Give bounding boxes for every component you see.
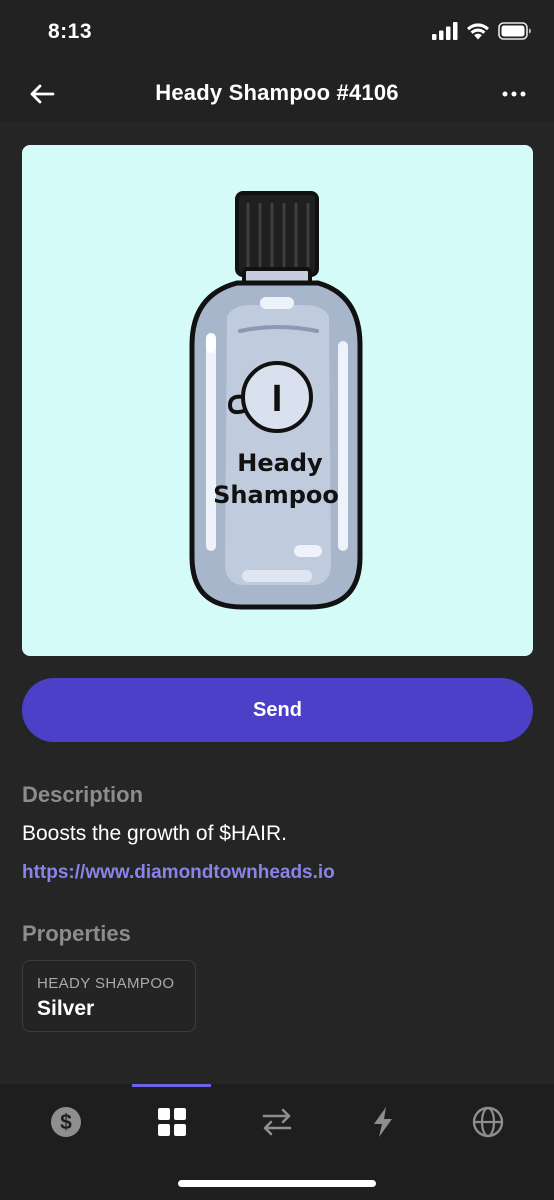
- tab-activity[interactable]: [353, 1100, 413, 1144]
- description-text: Boosts the growth of $HAIR.: [22, 822, 287, 845]
- bottle-label-line1: Heady: [237, 449, 323, 477]
- wifi-icon: [467, 23, 489, 40]
- home-indicator: [178, 1180, 376, 1187]
- status-icons: [432, 22, 532, 40]
- swap-arrows-icon: [262, 1108, 292, 1136]
- external-url-link[interactable]: https://www.diamondtownheads.io: [22, 862, 335, 884]
- property-value: Silver: [37, 997, 95, 1020]
- property-trait-type: HEADY SHAMPOO: [37, 975, 175, 992]
- send-button[interactable]: Send: [22, 678, 533, 742]
- cellular-signal-icon: [432, 22, 458, 40]
- status-time: 8:13: [48, 20, 93, 43]
- globe-icon: [472, 1106, 504, 1138]
- tab-wallet[interactable]: $: [36, 1100, 96, 1144]
- property-card: HEADY SHAMPOO Silver: [22, 960, 196, 1032]
- status-bar: 8:13: [0, 0, 554, 66]
- more-options-button[interactable]: [496, 80, 532, 108]
- bottle-emblem-text: I: [272, 378, 283, 420]
- grid-icon: [158, 1108, 186, 1136]
- dollar-coin-icon: $: [51, 1107, 81, 1137]
- tab-browser[interactable]: [458, 1100, 518, 1144]
- selected-tab-indicator: [132, 1084, 211, 1087]
- tab-collectibles[interactable]: [142, 1100, 202, 1144]
- page-title: Heady Shampoo #4106: [155, 80, 399, 105]
- nft-detail-screen: 8:13 Heady Shampoo #4106 I Heady Shampoo…: [0, 0, 554, 1200]
- properties-heading: Properties: [22, 921, 131, 946]
- battery-icon: [498, 22, 531, 40]
- lightning-icon: [374, 1107, 392, 1137]
- description-heading: Description: [22, 782, 144, 807]
- tab-swap[interactable]: [247, 1100, 307, 1144]
- bottle-label-line2: Shampoo: [213, 481, 339, 509]
- nft-image: I Heady Shampoo: [22, 145, 533, 656]
- shampoo-bottle-illustration: I Heady Shampoo: [189, 191, 363, 610]
- nav-bar: Heady Shampoo #4106: [0, 66, 554, 122]
- more-horizontal-icon: [502, 91, 526, 97]
- svg-text:$: $: [60, 1111, 72, 1134]
